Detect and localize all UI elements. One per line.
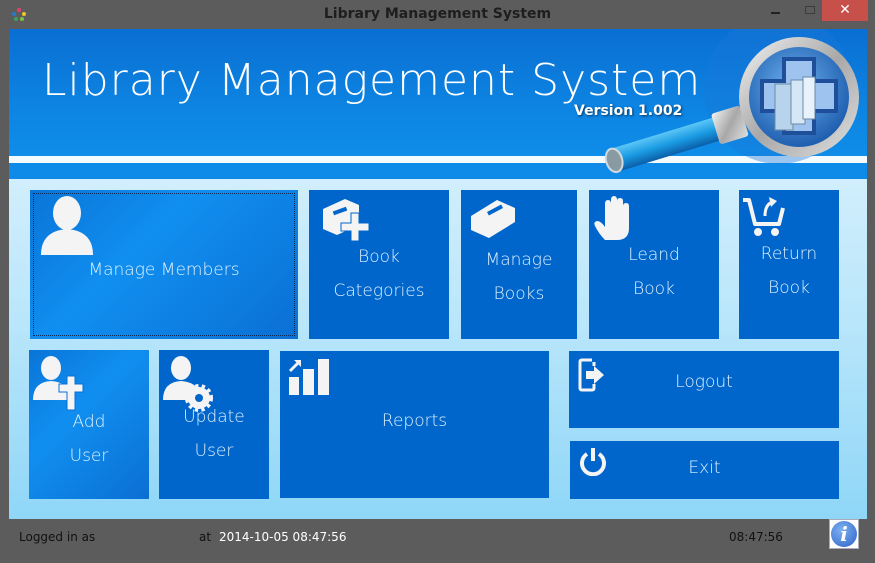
- logged-in-label: Logged in as: [19, 530, 96, 544]
- close-icon: ✕: [839, 2, 851, 18]
- hand-icon: [594, 196, 629, 240]
- update-user-label-line1: Update: [183, 407, 245, 427]
- return-book-label-line2: Book: [768, 278, 810, 298]
- status-bar: Logged in as at 2014-10-05 08:47:56 08:4…: [9, 519, 867, 555]
- info-button[interactable]: i: [829, 519, 859, 549]
- book-categories-label-line1: Book: [358, 247, 400, 267]
- app-window: Library Management System ✕ Library Mana…: [0, 0, 875, 563]
- lend-book-label-line2: Book: [633, 279, 675, 299]
- manage-members-label: Manage Members: [88, 260, 240, 280]
- minimize-button[interactable]: [760, 0, 790, 21]
- book-categories-tile[interactable]: Book Categories: [309, 190, 449, 339]
- book-add-icon: [323, 199, 370, 242]
- main-panel: Library Management System Version 1.002: [9, 29, 867, 519]
- clock: 08:47:56: [729, 530, 783, 544]
- update-user-tile[interactable]: Update User: [159, 350, 269, 499]
- maximize-icon: [805, 6, 815, 14]
- manage-members-tile[interactable]: Manage Members: [30, 190, 298, 339]
- lend-book-label-line1: Leand: [628, 245, 680, 265]
- close-button[interactable]: ✕: [822, 0, 868, 21]
- add-user-tile[interactable]: Add User: [29, 350, 149, 499]
- add-user-icon: [33, 356, 84, 411]
- return-book-tile[interactable]: Return Book: [739, 190, 839, 339]
- logout-label: Logout: [675, 372, 733, 392]
- title-bar[interactable]: Library Management System ✕: [0, 0, 875, 29]
- add-user-label-line2: User: [69, 446, 109, 466]
- window-title: Library Management System: [323, 6, 552, 22]
- book-categories-label-line2: Categories: [333, 281, 425, 301]
- add-user-label-line1: Add: [72, 412, 106, 432]
- info-icon: i: [831, 521, 857, 547]
- exit-label: Exit: [688, 458, 721, 478]
- book-icon: [471, 200, 515, 238]
- minimize-icon: [771, 12, 780, 14]
- bar-chart-icon: [288, 359, 329, 395]
- maximize-button[interactable]: [795, 0, 825, 21]
- header-banner: Library Management System Version 1.002: [9, 29, 867, 179]
- magnifier-logo-icon: [604, 29, 859, 174]
- exit-tile[interactable]: Exit: [570, 441, 839, 499]
- manage-books-label-line1: Manage: [485, 250, 553, 270]
- cart-return-icon: [743, 197, 785, 236]
- update-user-label-line2: User: [194, 441, 234, 461]
- manage-books-tile[interactable]: Manage Books: [461, 190, 577, 339]
- member-icon: [41, 196, 93, 255]
- manage-books-label-line2: Books: [493, 284, 545, 304]
- at-label: at: [199, 530, 212, 544]
- user-settings-icon: [163, 356, 213, 412]
- reports-tile[interactable]: Reports: [280, 351, 549, 498]
- return-book-label-line1: Return: [760, 244, 818, 264]
- logout-tile[interactable]: Logout: [569, 351, 839, 428]
- lend-book-tile[interactable]: Leand Book: [589, 190, 719, 339]
- login-datetime: 2014-10-05 08:47:56: [219, 530, 347, 544]
- reports-label: Reports: [381, 411, 448, 431]
